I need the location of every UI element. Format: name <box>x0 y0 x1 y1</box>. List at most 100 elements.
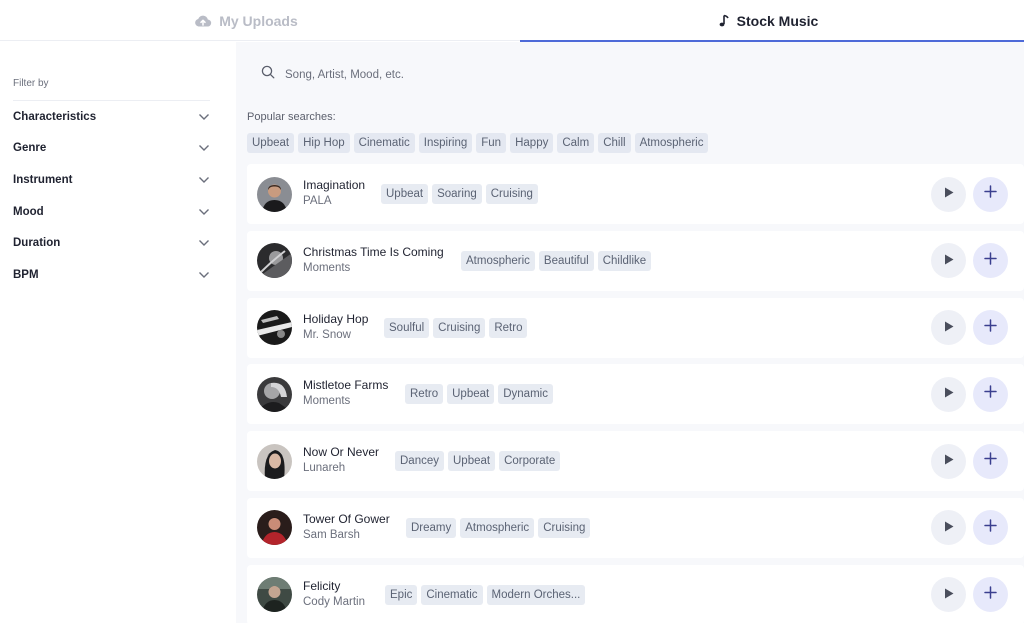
track-row[interactable]: Felicity Cody Martin Epic Cinematic Mode… <box>247 564 1024 623</box>
filter-label: Characteristics <box>13 110 97 123</box>
play-button[interactable] <box>931 577 966 613</box>
plus-icon <box>984 452 997 470</box>
track-artist[interactable]: PALA <box>303 195 365 207</box>
filter-by-label: Filter by <box>13 78 49 89</box>
add-button[interactable] <box>973 310 1008 346</box>
popular-tags: Upbeat Hip Hop Cinematic Inspiring Fun H… <box>247 133 709 153</box>
track-artist[interactable]: Lunareh <box>303 462 379 474</box>
track-tag[interactable]: Modern Orches... <box>486 584 586 605</box>
filter-genre[interactable]: Genre <box>13 133 210 165</box>
popular-tag[interactable]: Happy <box>510 133 554 153</box>
track-tag[interactable]: Dreamy <box>406 517 457 538</box>
artist-avatar <box>257 443 292 479</box>
play-button[interactable] <box>931 176 966 212</box>
track-title[interactable]: Mistletoe Farms <box>303 378 388 392</box>
tab-stock-music[interactable]: Stock Music <box>512 0 1024 42</box>
track-tag[interactable]: Epic <box>385 584 418 605</box>
track-title[interactable]: Holiday Hop <box>303 312 368 326</box>
track-title[interactable]: Now Or Never <box>303 445 379 459</box>
popular-tag[interactable]: Chill <box>598 133 631 153</box>
plus-icon <box>984 586 997 604</box>
track-artist[interactable]: Moments <box>303 262 444 274</box>
track-title[interactable]: Christmas Time Is Coming <box>303 245 444 259</box>
chevron-down-icon <box>198 206 210 218</box>
filter-label: Instrument <box>13 173 73 186</box>
track-tag[interactable]: Retro <box>405 384 444 405</box>
track-tag[interactable]: Cruising <box>485 184 538 204</box>
search-input[interactable] <box>285 68 785 81</box>
popular-tag[interactable]: Hip Hop <box>298 133 350 153</box>
track-info: Mistletoe Farms Moments <box>303 378 388 407</box>
track-artist[interactable]: Moments <box>303 395 388 407</box>
add-button[interactable] <box>973 443 1008 479</box>
track-tag[interactable]: Cinematic <box>421 584 483 605</box>
track-tag[interactable]: Upbeat <box>381 184 429 204</box>
play-button[interactable] <box>931 376 966 412</box>
chevron-down-icon <box>198 237 210 249</box>
track-title[interactable]: Tower Of Gower <box>303 512 390 526</box>
popular-tag[interactable]: Upbeat <box>247 133 295 153</box>
play-icon <box>944 385 954 403</box>
popular-tag[interactable]: Cinematic <box>353 133 415 153</box>
artist-avatar <box>257 577 292 613</box>
track-tag[interactable]: Beautiful <box>538 250 594 271</box>
search-icon <box>261 65 275 84</box>
track-tag[interactable]: Upbeat <box>448 451 496 472</box>
add-button[interactable] <box>973 510 1008 546</box>
popular-tag[interactable]: Fun <box>476 133 507 153</box>
track-list: Imagination PALA Upbeat Soaring Cruising… <box>247 164 1024 623</box>
track-tag[interactable]: Cruising <box>433 317 486 338</box>
track-title[interactable]: Felicity <box>303 579 365 593</box>
track-row[interactable]: Tower Of Gower Sam Barsh Dreamy Atmosphe… <box>247 497 1024 558</box>
track-artist[interactable]: Sam Barsh <box>303 529 390 541</box>
play-button[interactable] <box>931 443 966 479</box>
filter-mood[interactable]: Mood <box>13 196 210 228</box>
play-button[interactable] <box>931 243 966 279</box>
track-tag[interactable]: Soaring <box>432 184 482 204</box>
track-tag[interactable]: Atmospheric <box>461 250 535 271</box>
track-info: Tower Of Gower Sam Barsh <box>303 512 390 541</box>
artist-avatar <box>257 176 292 212</box>
play-button[interactable] <box>931 510 966 546</box>
add-button[interactable] <box>973 176 1008 212</box>
filter-characteristics[interactable]: Characteristics <box>13 101 210 133</box>
chevron-down-icon <box>198 142 210 154</box>
track-tags: Dancey Upbeat Corporate <box>395 451 561 472</box>
track-row[interactable]: Holiday Hop Mr. Snow Soulful Cruising Re… <box>247 297 1024 358</box>
popular-tag[interactable]: Inspiring <box>418 133 473 153</box>
track-tag[interactable]: Dancey <box>395 451 444 472</box>
track-tag[interactable]: Corporate <box>499 451 561 472</box>
track-tag[interactable]: Retro <box>489 317 528 338</box>
add-button[interactable] <box>973 376 1008 412</box>
track-row[interactable]: Now Or Never Lunareh Dancey Upbeat Corpo… <box>247 431 1024 492</box>
play-button[interactable] <box>931 310 966 346</box>
filter-label: Mood <box>13 205 44 218</box>
track-row[interactable]: Imagination PALA Upbeat Soaring Cruising <box>247 164 1024 224</box>
track-row[interactable]: Mistletoe Farms Moments Retro Upbeat Dyn… <box>247 364 1024 425</box>
add-button[interactable] <box>973 243 1008 279</box>
popular-tag[interactable]: Calm <box>557 133 595 153</box>
track-tag[interactable]: Upbeat <box>447 384 495 405</box>
track-tags: Atmospheric Beautiful Childlike <box>461 250 652 271</box>
add-button[interactable] <box>973 577 1008 613</box>
chevron-down-icon <box>198 111 210 123</box>
filter-label: BPM <box>13 268 39 281</box>
filter-duration[interactable]: Duration <box>13 227 210 259</box>
track-tag[interactable]: Soulful <box>384 317 430 338</box>
track-tag[interactable]: Atmospheric <box>460 517 535 538</box>
track-tag[interactable]: Cruising <box>538 517 591 538</box>
track-artist[interactable]: Mr. Snow <box>303 329 368 341</box>
track-tag[interactable]: Dynamic <box>498 384 553 405</box>
plus-icon <box>984 519 997 537</box>
tab-my-uploads[interactable]: My Uploads <box>0 0 502 41</box>
popular-tag[interactable]: Atmospheric <box>634 133 709 153</box>
play-icon <box>944 252 954 270</box>
track-row[interactable]: Christmas Time Is Coming Moments Atmosph… <box>247 230 1024 291</box>
filter-bpm[interactable]: BPM <box>13 259 210 291</box>
track-tag[interactable]: Childlike <box>597 250 652 271</box>
track-title[interactable]: Imagination <box>303 178 365 192</box>
track-artist[interactable]: Cody Martin <box>303 596 365 608</box>
plus-icon <box>984 252 997 270</box>
filter-instrument[interactable]: Instrument <box>13 164 210 196</box>
track-info: Christmas Time Is Coming Moments <box>303 245 444 274</box>
